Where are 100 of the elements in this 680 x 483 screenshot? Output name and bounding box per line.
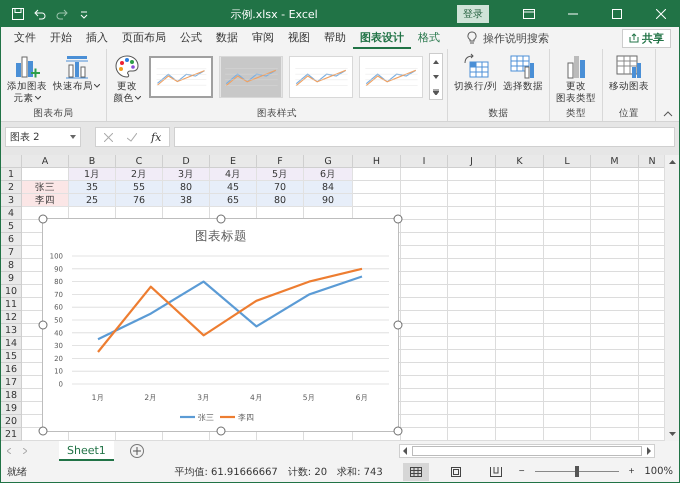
dropdown-arrow-icon [70,135,76,139]
column-header[interactable]: K [496,155,544,168]
zoom-in-button[interactable]: + [628,466,634,477]
table-cell: 李四 [22,194,69,207]
page-layout-icon [450,466,461,476]
menu-tab[interactable]: 审阅 [245,27,281,49]
row-header[interactable]: 6 [1,233,22,246]
row-header[interactable]: 13 [1,324,22,337]
column-header[interactable]: N [639,155,664,168]
row-header[interactable]: 1 [1,168,22,181]
column-header[interactable]: M [591,155,639,168]
resize-handle[interactable] [394,426,402,436]
chart-style-option[interactable] [149,56,213,98]
row-header[interactable]: 19 [1,402,22,415]
row-header[interactable]: 4 [1,207,22,220]
row-header[interactable]: 21 [1,428,22,441]
row-header[interactable]: 7 [1,246,22,259]
chart-title: 图表标题 [195,228,247,243]
row-header[interactable]: 18 [1,389,22,402]
row-header[interactable]: 14 [1,337,22,350]
table-cell: 45 [210,181,257,194]
row-header[interactable]: 2 [1,181,22,194]
menu-tab[interactable]: 公式 [173,27,209,49]
insert-function-button[interactable]: fx [151,130,162,144]
row-header[interactable]: 11 [1,298,22,311]
column-header[interactable]: D [163,155,210,168]
window-title: 示例.xlsx - Excel [229,6,319,22]
row-header[interactable]: 20 [1,415,22,428]
row-header[interactable]: 10 [1,285,22,298]
menu-tab[interactable]: 数据 [209,27,245,49]
resize-handle[interactable] [38,214,48,224]
resize-handle[interactable] [38,320,48,330]
sheet-tab[interactable]: Sheet1 [59,441,114,461]
share-button[interactable]: 共享 [622,28,671,48]
left-chevron-icon [7,448,11,454]
resize-handle[interactable] [394,214,402,224]
row-header[interactable]: 16 [1,363,22,376]
menu-tab[interactable]: 格式 [411,27,447,49]
row-header[interactable]: 15 [1,350,22,363]
row-header[interactable]: 5 [1,220,22,233]
row-header[interactable]: 8 [1,259,22,272]
name-box[interactable]: 图表 2 [5,127,81,147]
resize-handle[interactable] [394,320,402,330]
resize-handle[interactable] [216,214,225,224]
tell-me-search[interactable]: 操作说明搜索 [461,30,555,46]
horizontal-scrollbar[interactable] [399,444,655,458]
table-cell: 80 [257,194,304,207]
zoom-slider-thumb[interactable] [574,466,579,477]
menu-tab[interactable]: 文件 [7,27,43,49]
table-cell: 3月 [163,168,210,181]
row-header[interactable]: 17 [1,376,22,389]
menu-tab[interactable]: 页面布局 [115,27,173,49]
move-chart-icon [615,53,644,81]
undo-icon[interactable] [33,7,47,21]
down-arrow-icon [433,74,439,78]
resize-handle[interactable] [38,426,48,436]
zoom-out-button[interactable]: − [518,466,525,477]
ribbon-button[interactable]: 移动图表 [607,51,652,95]
column-header[interactable]: C [116,155,163,168]
ribbon-button[interactable]: 快速布局 [51,51,102,95]
table-cell: 65 [210,194,257,207]
formula-input[interactable] [174,127,675,147]
view-button[interactable] [402,462,429,480]
collapse-ribbon-button[interactable] [663,111,673,119]
up-arrow-icon [668,160,676,164]
menu-tab[interactable]: 帮助 [317,27,353,49]
ribbon-display-icon [523,9,535,19]
column-header[interactable]: A [22,155,69,168]
column-header[interactable]: I [401,155,448,168]
menu-tab[interactable]: 视图 [281,27,317,49]
redo-icon[interactable] [55,7,69,21]
resize-handle[interactable] [216,426,225,436]
column-header[interactable]: B [69,155,116,168]
row-header[interactable]: 9 [1,272,22,285]
login-button[interactable]: 登录 [457,5,489,23]
status-stat: 求和: 743 [337,466,383,478]
share-icon [629,33,639,43]
column-header[interactable]: H [353,155,401,168]
ribbon-button[interactable]: 更改 颜色 [111,51,143,107]
table-cell: 2月 [116,168,163,181]
column-header[interactable]: E [210,155,257,168]
save-icon[interactable] [11,7,25,21]
menu-tab[interactable]: 开始 [43,27,79,49]
table-cell: 70 [257,181,304,194]
row-header[interactable]: 3 [1,194,22,207]
column-header[interactable]: L [544,155,591,168]
right-arrow-icon[interactable] [644,447,654,455]
lightbulb-icon [467,31,477,45]
menu-tab[interactable]: 插入 [79,27,115,49]
column-header[interactable]: F [257,155,304,168]
row-header[interactable]: 12 [1,311,22,324]
ribbon-button[interactable]: 切换行/列 [452,51,500,95]
ribbon-button[interactable]: 更改 图表类型 [554,51,598,107]
table-cell: 90 [304,194,353,207]
column-header[interactable]: J [448,155,496,168]
column-header[interactable]: G [304,155,353,168]
add-sheet-button[interactable] [130,444,144,458]
group-label: 图表布局 [34,107,74,121]
ribbon-button[interactable]: 添加图表 元素 [5,51,49,107]
ribbon-button[interactable]: 选择数据 [501,51,546,95]
